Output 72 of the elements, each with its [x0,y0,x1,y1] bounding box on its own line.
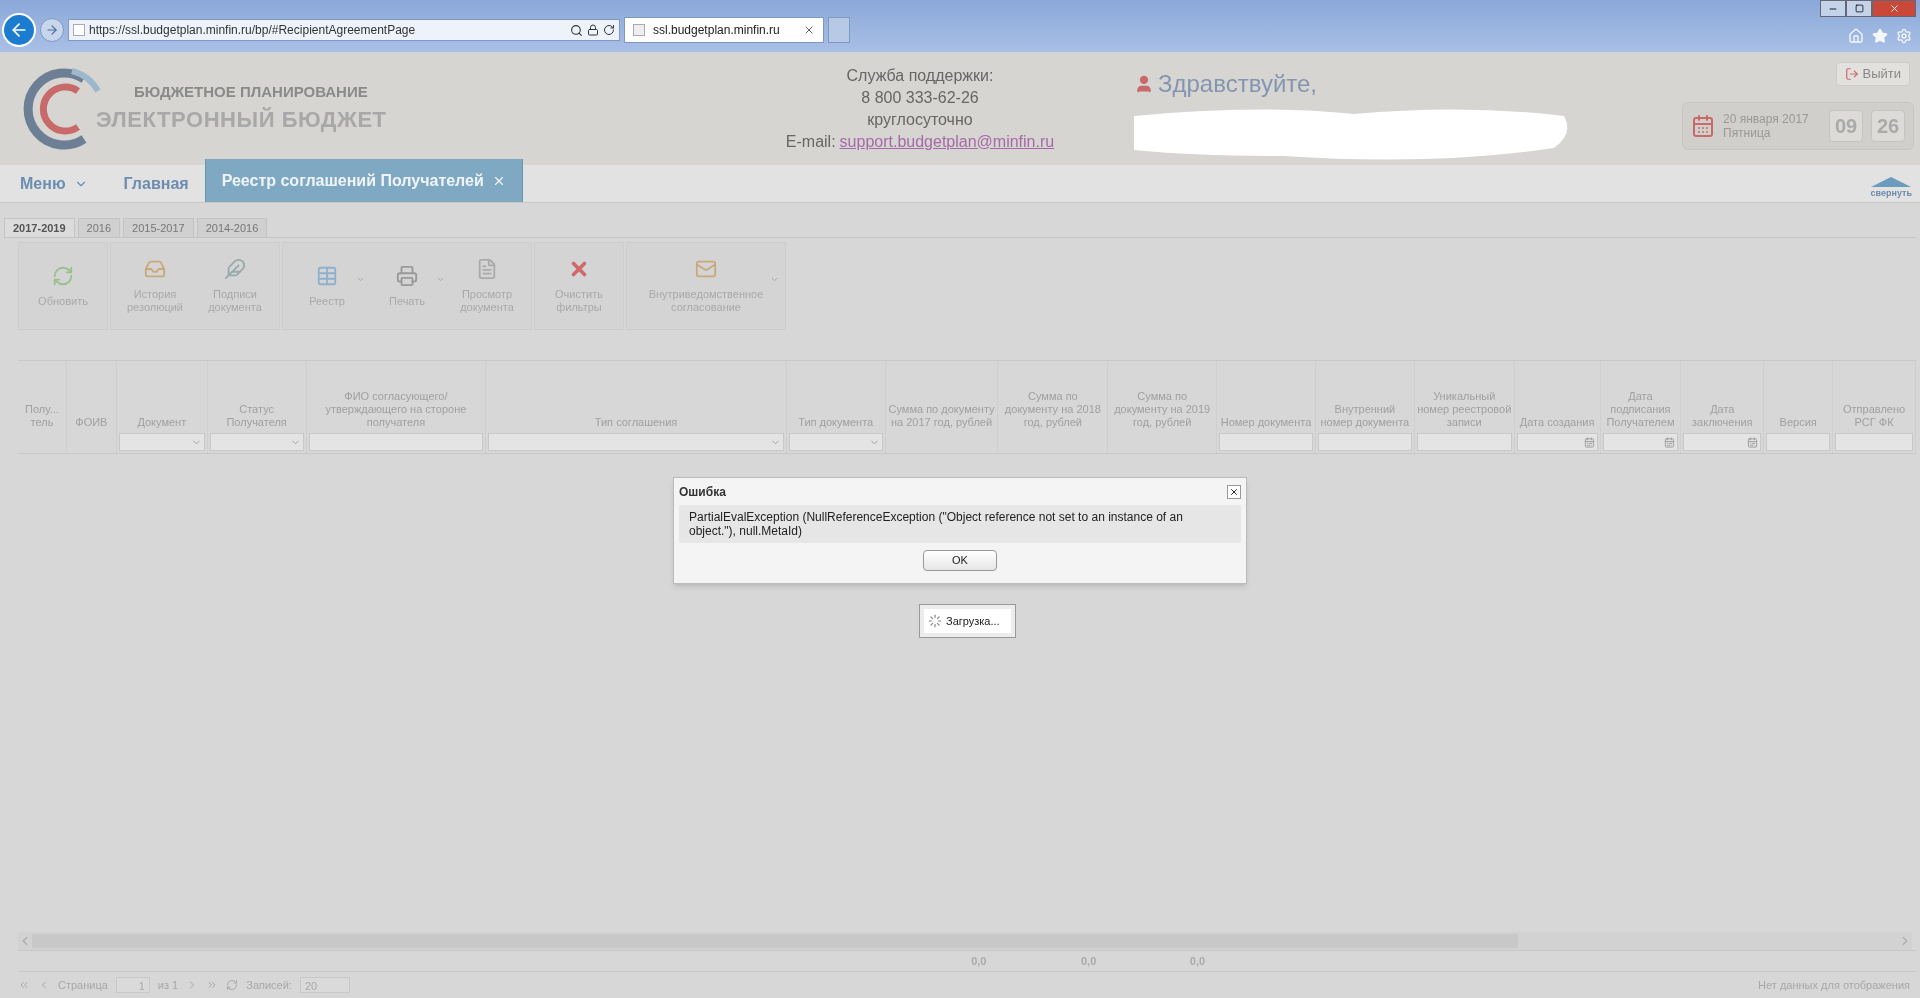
url-text: https://ssl.budgetplan.minfin.ru/bp/#RecipientAgreementPage [89,22,417,39]
table-icon [316,264,338,287]
spinner-icon [928,614,942,628]
filter-field[interactable] [1219,433,1313,451]
filter-dropdown[interactable] [118,433,205,451]
nav-tab[interactable]: Главная [107,165,205,202]
printer-icon [396,264,418,287]
filter-field[interactable] [308,433,484,451]
filter-dropdown[interactable] [209,433,304,451]
support-text: круглосуточно [867,109,973,130]
greeting-text: Здравствуйте, [1158,69,1318,99]
document-icon [476,258,498,280]
calendar-icon [1664,436,1676,448]
lock-icon [587,24,599,36]
ok-button[interactable]: OK [923,550,997,571]
inbox-icon [144,258,166,280]
new-tab-button[interactable] [828,17,850,43]
favorites-icon[interactable] [1872,28,1888,44]
close-icon [1229,487,1239,497]
logo-subtitle: БЮДЖЕТНОЕ ПЛАНИРОВАНИЕ [134,81,369,102]
browser-tab[interactable]: ssl.budgetplan.minfin.ru [624,17,824,43]
refresh-icon [52,264,74,287]
filter-field[interactable] [1317,433,1412,451]
year-tab[interactable]: 2015-2017 [123,218,194,237]
support-text: Служба поддержки: [846,65,994,86]
calendar-icon [1691,114,1715,138]
collapse-label[interactable]: свернуть [1870,186,1912,200]
page-icon [73,24,85,36]
refresh-icon[interactable] [603,24,615,36]
forward-button[interactable] [40,18,64,42]
year-tab[interactable]: 2014-2016 [196,218,268,237]
loading-text: Загрузка... [946,613,1000,629]
close-icon[interactable] [803,24,815,36]
nav-tab[interactable]: Реестр соглашений Получателей [204,159,523,202]
search-icon[interactable] [570,23,583,37]
collapse-icon[interactable] [1871,176,1912,187]
logout-icon [1844,67,1859,81]
filter-dropdown[interactable] [788,433,883,451]
restore-icon [1854,4,1864,13]
page-icon [633,24,645,36]
email-link[interactable]: support.budgetplan@minfin.ru [839,130,1055,153]
user-icon [1134,74,1154,94]
year-tab[interactable]: 2017-2019 [4,218,75,237]
mail-icon [695,258,717,280]
minimize-button[interactable] [1820,0,1846,17]
address-bar[interactable]: https://ssl.budgetplan.minfin.ru/bp/#RecipientAgreementPage [68,19,620,41]
calendar-icon [1583,436,1595,448]
date-filter-field[interactable] [1602,433,1679,451]
restore-button[interactable] [1846,0,1872,17]
filter-dropdown[interactable] [488,433,784,451]
close-icon [1888,3,1900,14]
forward-arrow-icon [45,23,59,37]
first-page-icon[interactable] [18,979,30,991]
close-button[interactable] [1227,485,1241,499]
settings-icon[interactable] [1896,28,1912,44]
feather-icon [224,258,246,280]
menu-button[interactable]: Меню [0,165,108,202]
filter-field[interactable] [1416,433,1512,451]
home-icon[interactable] [1848,28,1864,44]
date-filter-field[interactable] [1683,433,1762,451]
support-text: 8 800 333-62-26 [861,87,979,108]
date-filter-field[interactable] [1516,433,1598,451]
calendar-icon [1747,436,1759,448]
email-label: E-mail: [785,131,836,152]
back-button[interactable] [2,13,36,47]
filter-field[interactable] [1766,433,1831,451]
year-tab[interactable]: 2016 [77,218,121,237]
dialog-title: Ошибка [679,484,726,501]
tab-title: ssl.budgetplan.minfin.ru [653,22,781,39]
filter-field[interactable] [1835,433,1913,451]
logout-button[interactable]: Выйти [1835,62,1910,86]
error-message: PartialEvalException (NullReferenceException ("Object reference not set to an instance of an object."), null.MetaId) [689,510,1184,538]
